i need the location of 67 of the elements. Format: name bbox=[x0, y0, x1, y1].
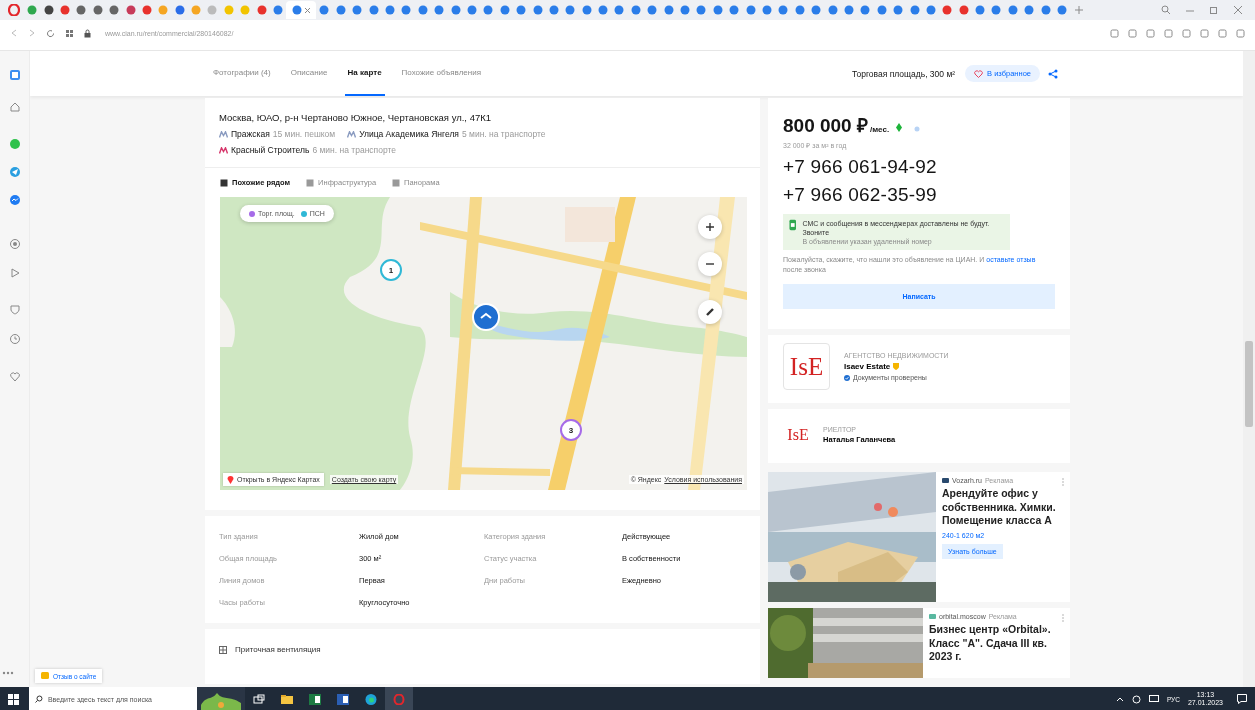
task-view-icon bbox=[253, 693, 265, 705]
heart-icon bbox=[974, 69, 984, 78]
scrollbar-thumb[interactable] bbox=[1245, 341, 1253, 427]
clock-icon bbox=[8, 333, 21, 345]
opera-logo-icon bbox=[8, 4, 20, 16]
target-icon bbox=[8, 238, 21, 250]
ad-title[interactable]: Бизнес центр «Orbital». Класс "A". Сдача III кв. 2023 г. bbox=[929, 623, 1065, 664]
lock-icon bbox=[84, 28, 91, 38]
price-text: 800 000 ₽ bbox=[783, 114, 868, 138]
network-icon bbox=[1131, 694, 1141, 704]
nav-tab[interactable]: На карте bbox=[344, 51, 385, 96]
travel-time: 15 мин. пешком bbox=[272, 129, 336, 139]
feature-label: Приточная вентиляция bbox=[235, 645, 321, 654]
send-icon bbox=[8, 166, 21, 178]
reload-icon bbox=[46, 28, 55, 38]
travel-time: 6 мин. на транспорте bbox=[312, 145, 396, 155]
phone-number[interactable]: +7 966 062-35-99 bbox=[783, 184, 1055, 206]
realtor-logo[interactable]: IsE bbox=[783, 420, 813, 451]
search-highlight-icon bbox=[197, 687, 245, 710]
search-icon bbox=[1161, 5, 1171, 15]
vent-icon bbox=[219, 645, 227, 654]
chat-icon bbox=[41, 672, 49, 680]
plus-icon bbox=[705, 222, 715, 232]
listing-title: Торговая площадь, 300 м² bbox=[851, 68, 956, 79]
pin-icon bbox=[227, 475, 234, 484]
folder-icon bbox=[281, 693, 293, 705]
spreadsheet-icon bbox=[309, 693, 321, 705]
forward-icon bbox=[28, 29, 36, 37]
agency-name[interactable]: Isaev Estate bbox=[844, 362, 891, 372]
home-icon bbox=[8, 101, 21, 113]
metro-station[interactable]: Улица Академика Янгеля bbox=[359, 129, 459, 139]
ad-source-icon bbox=[942, 478, 949, 484]
search-icon bbox=[35, 695, 43, 703]
chat-icon bbox=[8, 138, 21, 150]
phone-number[interactable]: +7 966 061-94-92 bbox=[783, 156, 1055, 178]
metro-station[interactable]: Пражская bbox=[231, 129, 270, 139]
ad-title[interactable]: Арендуйте офис у собственника. Химки. Помещение класса А bbox=[942, 487, 1065, 528]
document-icon bbox=[337, 693, 349, 705]
chevron-up-icon bbox=[1115, 696, 1124, 702]
nav-tab[interactable]: Похожие объявления bbox=[398, 51, 484, 96]
windows-icon bbox=[8, 693, 19, 705]
maximize-icon bbox=[1209, 5, 1219, 15]
new-tab-icon bbox=[1074, 5, 1085, 15]
monitor-icon bbox=[1148, 695, 1159, 703]
price-period: /мес. bbox=[869, 125, 890, 134]
price-change-icon bbox=[896, 123, 903, 132]
address-text: Москва, ЮАО, р-н Чертаново Южное, Чертановская ул., 47К1 bbox=[219, 112, 493, 123]
back-icon bbox=[10, 29, 18, 37]
heart-icon bbox=[8, 371, 21, 383]
ad-source-icon bbox=[929, 614, 936, 620]
browser-tab[interactable] bbox=[286, 1, 317, 19]
nav-tab[interactable]: Описание bbox=[287, 51, 331, 96]
browser-icon bbox=[365, 693, 377, 705]
message-icon bbox=[8, 194, 21, 206]
travel-time: 5 мин. на транспорте bbox=[461, 129, 546, 139]
metro-station[interactable]: Красный Строитель bbox=[231, 145, 310, 155]
agency-logo[interactable]: IsE bbox=[783, 343, 830, 391]
nav-tab[interactable]: Фотографии (4) bbox=[210, 51, 274, 96]
notification-icon bbox=[1237, 694, 1247, 704]
share-icon bbox=[1048, 68, 1058, 79]
close-icon bbox=[1233, 5, 1243, 15]
phone-icon bbox=[789, 219, 797, 231]
check-icon bbox=[844, 374, 850, 381]
opera-icon bbox=[393, 693, 405, 705]
more-icon bbox=[2, 671, 14, 675]
opera-square-icon bbox=[8, 69, 21, 81]
close-icon[interactable] bbox=[303, 6, 311, 14]
